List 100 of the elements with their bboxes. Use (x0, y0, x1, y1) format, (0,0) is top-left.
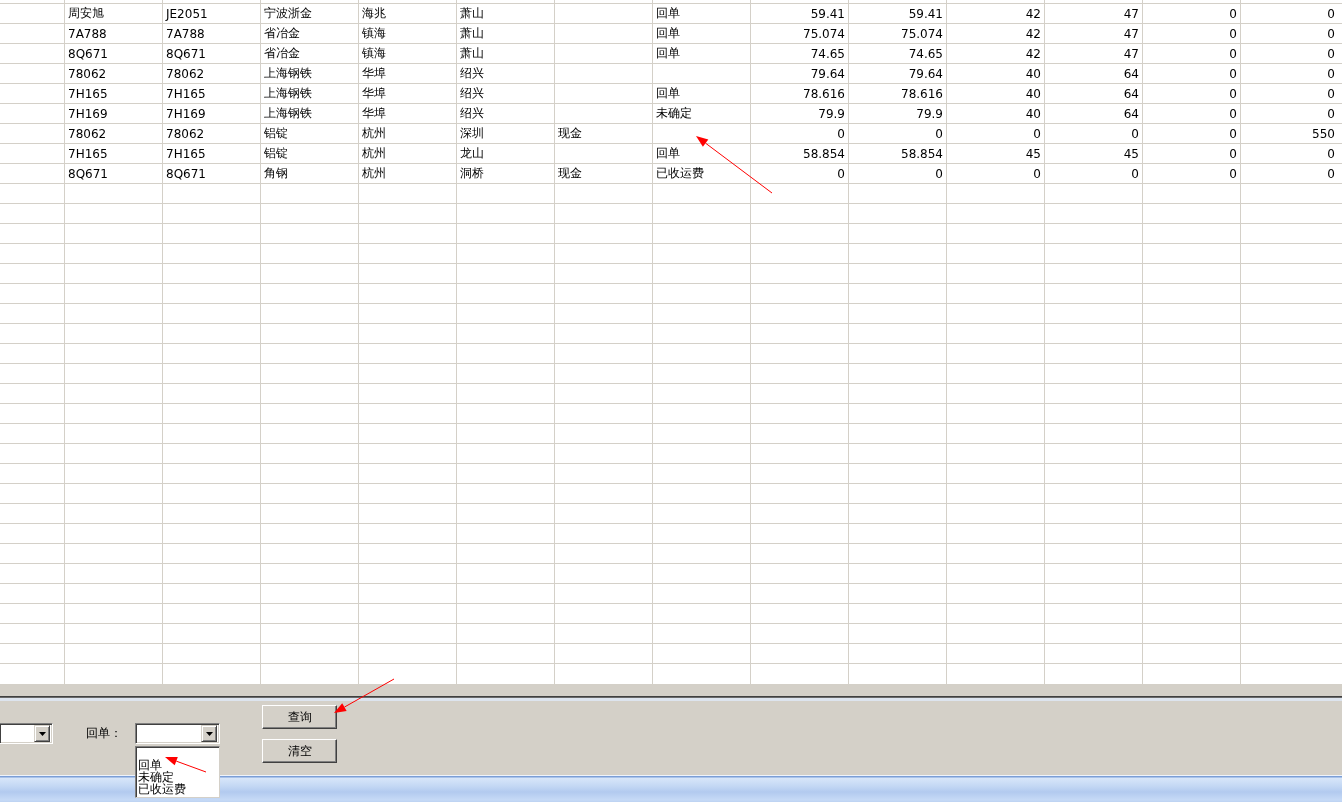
table-cell-text: 40 (1024, 65, 1042, 83)
table-cell-text: 74.65 (809, 45, 846, 63)
table-cell-text: 78062 (165, 125, 206, 143)
table-cell-text: 0 (1228, 125, 1238, 143)
table-cell-text: 0 (836, 125, 846, 143)
table-cell-text: 宁波浙金 (263, 5, 313, 22)
table-cell-text: 0 (1228, 165, 1238, 183)
table-cell-text: 75.074 (802, 25, 846, 43)
table-cell-text: 回单 (655, 45, 681, 62)
search-button[interactable]: 查询 (262, 705, 337, 729)
table-cell-text: 上海钢铁 (263, 105, 313, 122)
table-cell-text: 0 (934, 125, 944, 143)
table-cell-text: 59.41 (907, 5, 944, 23)
table-cell-text: 7H169 (165, 105, 207, 123)
table-cell-text: 0 (1326, 85, 1336, 103)
table-cell-text: 洞桥 (459, 165, 485, 182)
table-cell-text: 杭州 (361, 145, 387, 162)
table-cell-text: 回单 (655, 5, 681, 22)
table-cell-text: 40 (1024, 105, 1042, 123)
table-cell-text: 47 (1122, 5, 1140, 23)
field-label: 回单： (86, 725, 122, 742)
caret-icon (38, 731, 46, 736)
table-cell-text: 已收运费 (655, 165, 705, 182)
table-cell-text: 萧山 (459, 5, 485, 22)
table-cell-text: 7A788 (67, 25, 108, 43)
table-cell-text: 0 (1032, 165, 1042, 183)
table-cell-text: 8Q671 (67, 165, 109, 183)
table-cell-text: 绍兴 (459, 105, 485, 122)
clear-button[interactable]: 清空 (262, 739, 337, 763)
table-cell-text: 78062 (67, 125, 108, 143)
table-cell-text: 47 (1122, 45, 1140, 63)
table-cell-text: 上海钢铁 (263, 85, 313, 102)
table-cell-text: 59.41 (809, 5, 846, 23)
table-cell-text: 78.616 (900, 85, 944, 103)
table-cell-text: 0 (1228, 45, 1238, 63)
table-cell-text: 58.854 (802, 145, 846, 163)
table-cell-text: 7H165 (67, 145, 109, 163)
table-cell-text: 7A788 (165, 25, 206, 43)
table-cell-text: 8Q671 (165, 165, 207, 183)
table-cell-text: 58.854 (900, 145, 944, 163)
table-cell-text: 华埠 (361, 65, 387, 82)
table-cell-text: 7H165 (67, 85, 109, 103)
dropdown-option[interactable]: 回单 (138, 759, 162, 771)
table-cell-text: 7H165 (165, 145, 207, 163)
table-cell-text: 64 (1122, 65, 1140, 83)
table-cell-text: 回单 (655, 25, 681, 42)
table-cell-text: 0 (1326, 45, 1336, 63)
table-cell-text: 79.64 (809, 65, 846, 83)
dropdown-list[interactable]: 回单 未确定 已收运费 (135, 746, 220, 798)
table-cell-text: 74.65 (907, 45, 944, 63)
table-cell-text: 42 (1024, 25, 1042, 43)
dropdown-option[interactable]: 未确定 (138, 771, 174, 783)
dropdown-option[interactable]: 已收运费 (138, 783, 186, 795)
table-cell-text: 镇海 (361, 25, 387, 42)
table-cell-text: 79.9 (915, 105, 944, 123)
table-cell-text: 7H169 (67, 105, 109, 123)
table-cell-text: 78.616 (802, 85, 846, 103)
table-cell-text: 周安旭 (67, 5, 105, 22)
table-cell-text: 78062 (165, 65, 206, 83)
table-cell-text: 75.074 (900, 25, 944, 43)
table-cell-text: 海兆 (361, 5, 387, 22)
table-cell-text: 省冶金 (263, 45, 301, 62)
table-cell-text: 0 (1228, 105, 1238, 123)
table-cell-text: 79.9 (817, 105, 846, 123)
table-cell-text: 萧山 (459, 25, 485, 42)
table-cell-text: 镇海 (361, 45, 387, 62)
table-cell-text: 铝锭 (263, 145, 289, 162)
table-cell-text: 0 (836, 165, 846, 183)
caret-icon (205, 731, 213, 736)
table-cell-text: 45 (1024, 145, 1042, 163)
table-cell-text: 回单 (655, 145, 681, 162)
table-cell-text: 0 (1130, 125, 1140, 143)
table-cell-text: 0 (934, 165, 944, 183)
table-cell-text: 64 (1122, 105, 1140, 123)
table-cell-text: 0 (1326, 65, 1336, 83)
table-cell-text: 萧山 (459, 45, 485, 62)
annotation-arrow (334, 678, 395, 713)
table-cell-text: 79.64 (907, 65, 944, 83)
table-cell-text: 杭州 (361, 125, 387, 142)
dropdown-field[interactable] (0, 723, 53, 744)
table-cell-text: 64 (1122, 85, 1140, 103)
table-cell-text: 深圳 (459, 125, 485, 142)
table-cell-text: 绍兴 (459, 85, 485, 102)
table-cell-text: 现金 (557, 125, 583, 142)
table-cell-text: 0 (1228, 145, 1238, 163)
table-cell-text: 0 (1130, 165, 1140, 183)
dropdown-button[interactable] (34, 725, 50, 742)
table-cell-text: 华埠 (361, 105, 387, 122)
dropdown-button[interactable] (201, 725, 217, 742)
table-cell-text: 绍兴 (459, 65, 485, 82)
table-cell-text: 0 (1032, 125, 1042, 143)
table-cell-text: 8Q671 (67, 45, 109, 63)
table-cell-text: 铝锭 (263, 125, 289, 142)
table-cell-text: 47 (1122, 25, 1140, 43)
table-cell-text: 40 (1024, 85, 1042, 103)
table-cell-text: 龙山 (459, 145, 485, 162)
table-cell-text: 未确定 (655, 105, 693, 122)
table-cell-text: 0 (1326, 25, 1336, 43)
table-cell-text: 0 (1326, 105, 1336, 123)
table-cell-text: 省冶金 (263, 25, 301, 42)
